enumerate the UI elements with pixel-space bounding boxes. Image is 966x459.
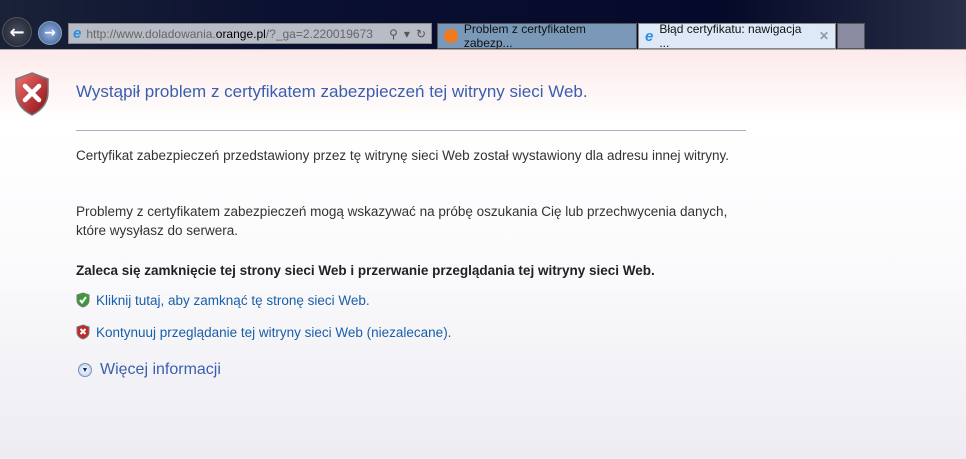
continue-link-text[interactable]: Kontynuuj przeglądanie tej witryny sieci… [96, 325, 451, 340]
tab-problem-certyfikat[interactable]: Problem z certyfikatem zabezp... [437, 22, 637, 50]
close-tab-icon[interactable]: ✕ [819, 29, 829, 43]
more-info-toggle[interactable]: ▼ Więcej informacji [78, 361, 221, 379]
error-shield-small-icon [76, 324, 90, 340]
ie-logo-icon: e [645, 27, 654, 45]
description-paragraph: Certyfikat zabezpieczeń przedstawiony pr… [76, 148, 730, 163]
url-suffix: /?_ga=2.220019673 [265, 26, 373, 41]
back-button[interactable]: ← [2, 17, 32, 47]
certificate-error-page: Wystąpił problem z certyfikatem zabezpie… [0, 49, 966, 459]
warning-paragraph: Problemy z certyfikatem zabezpieczeń mog… [76, 204, 728, 238]
recommendation-text: Zaleca się zamknięcie tej strony sieci W… [76, 263, 655, 278]
refresh-icon[interactable]: ↻ [416, 27, 426, 41]
divider [76, 130, 746, 131]
more-info-label[interactable]: Więcej informacji [100, 361, 221, 379]
url-domain: orange.pl [215, 26, 266, 41]
address-bar[interactable]: e http://www.doladowania. orange.pl/?_ga=… [68, 23, 432, 44]
url-prefix: http://www.doladowania. [86, 26, 216, 41]
search-icon[interactable]: ⚲ [389, 27, 398, 41]
tab-blad-certyfikatu[interactable]: e Błąd certyfikatu: nawigacja ... ✕ [638, 22, 836, 50]
error-shield-icon [15, 72, 49, 116]
page-title: Wystąpił problem z certyfikatem zabezpie… [76, 82, 588, 101]
ok-shield-icon [76, 292, 90, 308]
continue-link[interactable]: Kontynuuj przeglądanie tej witryny sieci… [76, 324, 451, 340]
expand-chevron-icon[interactable]: ▼ [78, 363, 92, 377]
forward-button[interactable]: → [38, 21, 62, 45]
dropdown-icon[interactable]: ▾ [404, 27, 410, 41]
tab-label: Błąd certyfikatu: nawigacja ... [659, 22, 802, 50]
tab-label: Problem z certyfikatem zabezp... [463, 22, 586, 50]
new-tab-button[interactable] [837, 23, 865, 49]
close-page-link[interactable]: Kliknij tutaj, aby zamknąć tę stronę sie… [76, 292, 370, 308]
close-page-link-text[interactable]: Kliknij tutaj, aby zamknąć tę stronę sie… [96, 293, 370, 308]
browser-toolbar: ← → e http://www.doladowania. orange.pl/?… [0, 0, 966, 50]
ie-logo-icon: e [73, 25, 82, 42]
favicon-icon [444, 29, 458, 43]
